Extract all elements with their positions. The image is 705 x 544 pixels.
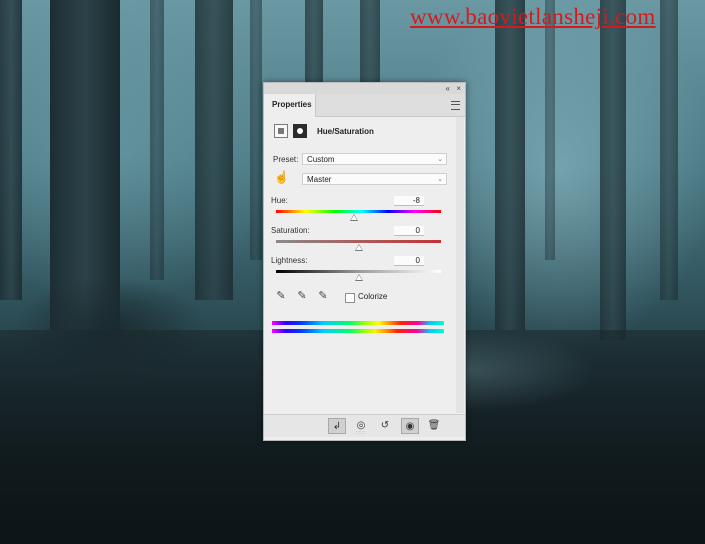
panel-menu-icon[interactable]: [451, 101, 460, 110]
hue-slider-track[interactable]: [276, 210, 441, 213]
preset-dropdown[interactable]: Custom ⌄: [302, 153, 447, 165]
tree-trunk: [250, 0, 262, 260]
tree-trunk: [495, 0, 525, 330]
eyedropper-plus-icon[interactable]: ✎: [295, 289, 309, 303]
close-icon[interactable]: ×: [456, 83, 461, 94]
tree-trunk: [660, 0, 678, 300]
panel-bottom-toolbar: ↲ ◎ ↺ ◉ 🗑 :::::::: [264, 414, 465, 437]
preset-value: Custom: [307, 155, 335, 164]
saturation-value-field[interactable]: 0: [394, 226, 424, 236]
saturation-label: Saturation:: [271, 226, 310, 235]
targeted-adjustment-hand-icon[interactable]: ☝: [274, 170, 289, 184]
eyedropper-icon[interactable]: ✎: [274, 289, 288, 303]
lightness-slider-track[interactable]: [276, 270, 441, 273]
channel-dropdown[interactable]: Master ⌄: [302, 173, 447, 185]
adjustment-title: Hue/Saturation: [317, 127, 374, 136]
chevron-down-icon: ⌄: [437, 176, 443, 183]
visibility-eye-icon[interactable]: ◉: [401, 418, 419, 434]
watermark: www.baovietlansheji.com: [410, 4, 656, 29]
colorize-checkbox[interactable]: [345, 293, 355, 303]
panel-tab-row: Properties: [264, 94, 465, 117]
panel-scrollbar[interactable]: [456, 117, 464, 413]
lightness-label: Lightness:: [271, 256, 308, 265]
hue-saturation-icon[interactable]: [274, 124, 288, 138]
properties-panel: « × Properties Hue/Saturation Preset: Cu…: [263, 82, 466, 441]
preset-label: Preset:: [273, 155, 299, 164]
hue-label: Hue:: [271, 196, 288, 205]
tree-trunk: [150, 0, 164, 280]
eyedropper-minus-icon[interactable]: ✎: [316, 289, 330, 303]
lightness-slider-thumb[interactable]: [354, 274, 363, 281]
mask-icon[interactable]: [293, 124, 307, 138]
clip-to-layer-icon[interactable]: ↲: [328, 418, 346, 434]
result-color-spectrum: [272, 329, 444, 333]
colorize-label: Colorize: [358, 292, 388, 301]
tree-trunk: [600, 0, 626, 340]
lightness-value-field[interactable]: 0: [394, 256, 424, 266]
reset-icon[interactable]: ↺: [376, 418, 394, 434]
delete-trash-icon[interactable]: 🗑: [425, 418, 443, 434]
source-color-spectrum: [272, 321, 444, 325]
tab-properties[interactable]: Properties: [264, 94, 316, 117]
hue-value-field[interactable]: -8: [394, 196, 424, 206]
hue-slider-thumb[interactable]: [349, 214, 358, 221]
saturation-slider-thumb[interactable]: [354, 244, 363, 251]
chevron-down-icon: ⌄: [437, 156, 443, 163]
saturation-slider-track[interactable]: [276, 240, 441, 243]
collapse-icon[interactable]: «: [446, 83, 450, 94]
resize-grip[interactable]: :::::::: [356, 430, 366, 436]
tree-trunk: [545, 0, 555, 260]
channel-value: Master: [307, 175, 332, 184]
